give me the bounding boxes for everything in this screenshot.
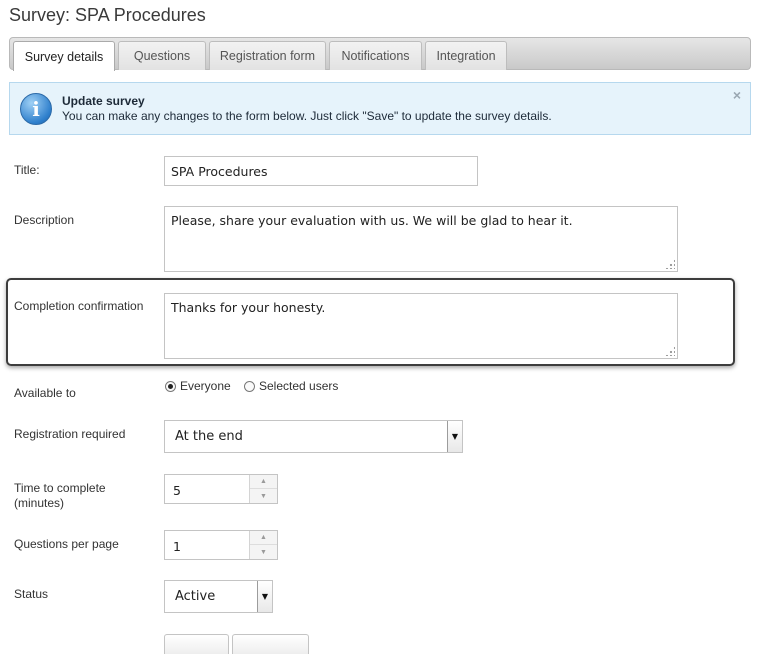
- status-value: Active: [175, 589, 216, 604]
- title-input[interactable]: SPA Procedures: [164, 156, 478, 186]
- completion-textarea[interactable]: Thanks for your honesty.: [164, 293, 678, 359]
- questions-per-page-label: Questions per page: [14, 537, 119, 551]
- questions-per-page-value: 1: [173, 539, 181, 554]
- time-label-line1: Time to complete: [14, 481, 106, 495]
- save-button[interactable]: [164, 634, 229, 654]
- chevron-down-icon[interactable]: ▼: [447, 421, 462, 452]
- description-text: Please, share your evaluation with us. W…: [171, 213, 573, 228]
- time-label-line2: (minutes): [14, 496, 65, 510]
- tab-bar: Survey details Questions Registration fo…: [9, 37, 751, 71]
- questions-spin-buttons: ▲ ▼: [249, 531, 277, 559]
- status-select[interactable]: Active ▼: [164, 580, 273, 613]
- completion-label: Completion confirmation: [14, 299, 144, 313]
- notice-title: Update survey: [62, 94, 145, 108]
- completion-text: Thanks for your honesty.: [171, 300, 326, 315]
- registration-select[interactable]: At the end ▼: [164, 420, 463, 453]
- chevron-up-icon[interactable]: ▲: [250, 475, 277, 489]
- tab-integration[interactable]: Integration: [425, 41, 507, 70]
- chevron-up-icon[interactable]: ▲: [250, 531, 277, 545]
- chevron-down-icon[interactable]: ▼: [250, 489, 277, 503]
- cancel-button[interactable]: [232, 634, 309, 654]
- tab-notifications[interactable]: Notifications: [329, 41, 422, 70]
- page-title: Survey: SPA Procedures: [9, 5, 206, 25]
- chevron-down-icon[interactable]: ▼: [257, 581, 272, 612]
- radio-everyone-label: Everyone: [180, 379, 231, 393]
- close-icon[interactable]: ×: [733, 87, 741, 103]
- notice-text: You can make any changes to the form bel…: [62, 109, 552, 123]
- status-label: Status: [14, 587, 49, 601]
- time-stepper[interactable]: 5 ▲ ▼: [164, 474, 278, 504]
- radio-everyone[interactable]: Everyone: [165, 379, 231, 393]
- info-icon: i: [20, 93, 52, 125]
- radio-everyone-button[interactable]: [165, 380, 176, 392]
- chevron-down-icon[interactable]: ▼: [250, 545, 277, 559]
- resize-grip-icon[interactable]: [665, 346, 675, 356]
- registration-label: Registration required: [14, 427, 126, 441]
- tab-registration-form[interactable]: Registration form: [209, 41, 326, 70]
- tab-questions[interactable]: Questions: [118, 41, 206, 70]
- update-notice: i Update survey You can make any changes…: [9, 82, 751, 135]
- registration-value: At the end: [175, 429, 243, 444]
- radio-selected-users[interactable]: Selected users: [244, 379, 338, 393]
- questions-per-page-stepper[interactable]: 1 ▲ ▼: [164, 530, 278, 560]
- radio-selected-users-label: Selected users: [259, 379, 339, 393]
- tab-survey-details[interactable]: Survey details: [13, 41, 115, 71]
- title-label: Title:: [14, 163, 40, 177]
- available-label: Available to: [14, 386, 76, 400]
- description-label: Description: [14, 213, 75, 227]
- time-value: 5: [173, 483, 181, 498]
- resize-grip-icon[interactable]: [665, 259, 675, 269]
- time-spin-buttons: ▲ ▼: [249, 475, 277, 503]
- radio-selected-users-button[interactable]: [244, 380, 255, 392]
- description-textarea[interactable]: Please, share your evaluation with us. W…: [164, 206, 678, 272]
